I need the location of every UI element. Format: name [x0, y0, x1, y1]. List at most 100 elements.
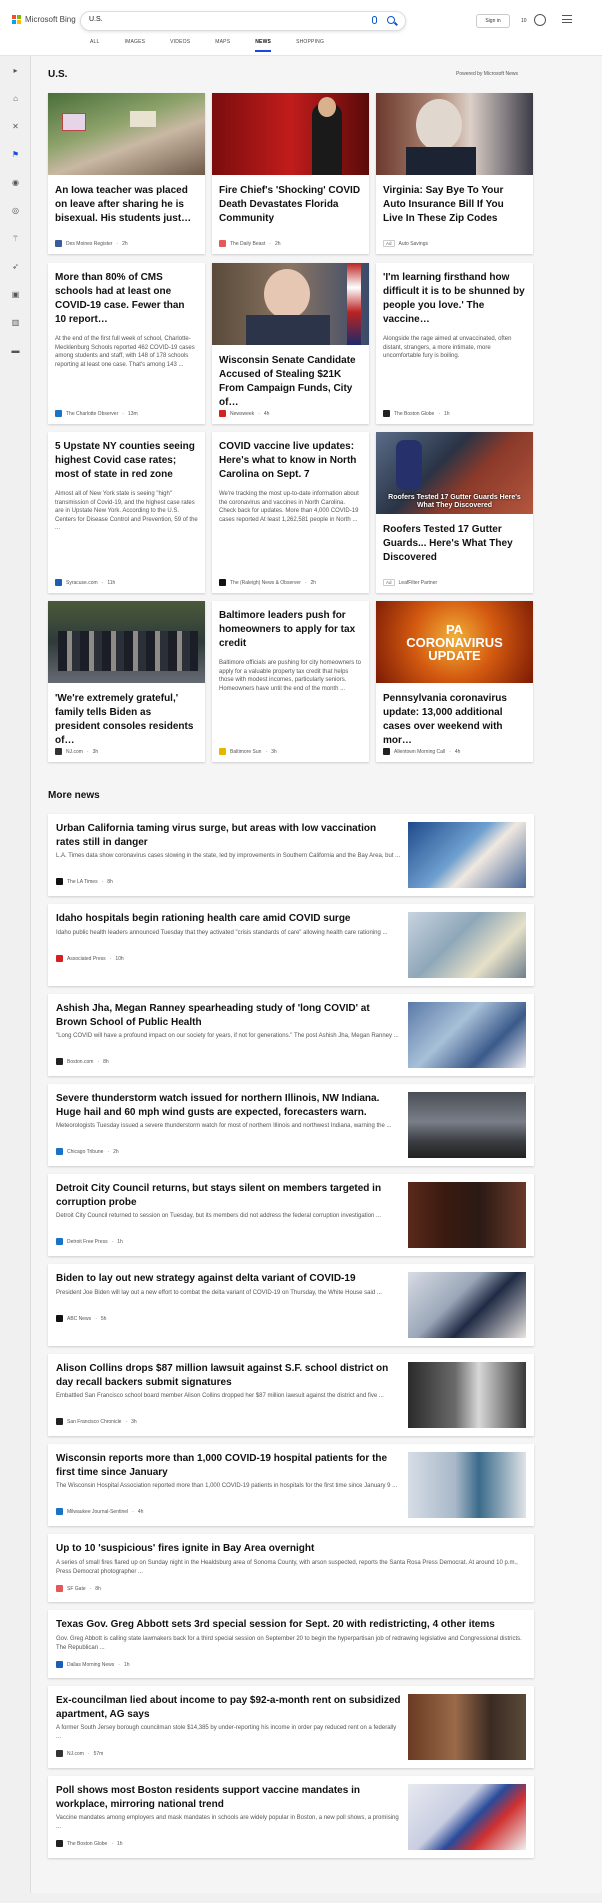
rocket-icon[interactable]: ➶: [11, 262, 20, 271]
left-sidebar: ▸ ⌂ ✕ ⚑ ◉ ◎ ⚚ ➶ ▣ ▥ ▬: [0, 56, 31, 1903]
powered-by[interactable]: Powered by Microsoft News: [456, 71, 518, 77]
source-logo-icon: [383, 748, 390, 755]
news-card[interactable]: Baltimore leaders push for homeowners to…: [212, 601, 369, 762]
item-thumbnail: [408, 1362, 526, 1428]
home-icon[interactable]: ⌂: [11, 94, 20, 103]
news-list-item[interactable]: Ashish Jha, Megan Ranney spearheading st…: [48, 994, 534, 1076]
item-source: The LA Times · 8h: [56, 878, 113, 885]
item-title[interactable]: Wisconsin reports more than 1,000 COVID-…: [56, 1452, 401, 1480]
news-list-item[interactable]: Ex-councilman lied about income to pay $…: [48, 1686, 534, 1768]
location-icon[interactable]: ◉: [11, 178, 20, 187]
flag-icon[interactable]: ⚑: [11, 150, 20, 159]
card-source: Ad LeafFilter Partner: [383, 579, 437, 586]
search-icon[interactable]: [387, 16, 395, 24]
search-input[interactable]: [89, 16, 359, 23]
expand-icon[interactable]: ▸: [11, 66, 20, 75]
item-thumbnail: [408, 1182, 526, 1248]
news-list-item[interactable]: Severe thunderstorm watch issued for nor…: [48, 1084, 534, 1166]
news-card[interactable]: Wisconsin Senate Candidate Accused of St…: [212, 263, 369, 424]
news-list-item[interactable]: Poll shows most Boston residents support…: [48, 1776, 534, 1858]
item-title[interactable]: Urban California taming virus surge, but…: [56, 822, 401, 850]
news-list-item[interactable]: Urban California taming virus surge, but…: [48, 814, 534, 896]
card-title[interactable]: More than 80% of CMS schools had at leas…: [55, 271, 198, 327]
item-title[interactable]: Severe thunderstorm watch issued for nor…: [56, 1092, 401, 1120]
source-logo-icon: [56, 1238, 63, 1245]
news-card[interactable]: 'We're extremely grateful,' family tells…: [48, 601, 205, 762]
card-title[interactable]: Fire Chief's 'Shocking' COVID Death Deva…: [219, 184, 362, 226]
globe-icon[interactable]: ◎: [11, 206, 20, 215]
card-source: Allentown Morning Call · 4h: [383, 748, 460, 755]
item-title[interactable]: Ex-councilman lied about income to pay $…: [56, 1694, 401, 1722]
more-news-heading: More news: [48, 790, 100, 801]
news-card[interactable]: Fire Chief's 'Shocking' COVID Death Deva…: [212, 93, 369, 254]
news-card[interactable]: 'I'm learning firsthand how difficult it…: [376, 263, 533, 424]
item-snippet: Gov. Greg Abbott is calling state lawmak…: [56, 1636, 522, 1651]
card-icon[interactable]: ▬: [11, 346, 20, 355]
item-title[interactable]: Detroit City Council returns, but stays …: [56, 1182, 401, 1210]
menu-icon[interactable]: [562, 15, 572, 23]
sign-in-button[interactable]: Sign in: [476, 14, 510, 28]
item-thumbnail: [408, 1272, 526, 1338]
source-logo-icon: [56, 955, 63, 962]
item-source: Boston.com · 8h: [56, 1058, 109, 1065]
top-bar: Microsoft Bing ALL IMAGES VIDEOS MAPS NE…: [0, 0, 602, 56]
ad-label: Ad: [383, 240, 395, 247]
news-card[interactable]: 5 Upstate NY counties seeing highest Cov…: [48, 432, 205, 593]
item-title[interactable]: Poll shows most Boston residents support…: [56, 1784, 401, 1812]
news-card[interactable]: Virginia: Say Bye To Your Auto Insurance…: [376, 93, 533, 254]
card-source: The Boston Globe · 1h: [383, 410, 450, 417]
card-snippet: At the end of the first full week of sch…: [55, 336, 195, 368]
card-title[interactable]: Roofers Tested 17 Gutter Guards... Here'…: [383, 523, 526, 565]
item-title[interactable]: Texas Gov. Greg Abbott sets 3rd special …: [56, 1618, 522, 1632]
video-icon[interactable]: ▣: [11, 290, 20, 299]
source-logo-icon: [56, 1585, 63, 1592]
tab-news[interactable]: NEWS: [255, 39, 272, 52]
item-source: San Francisco Chronicle · 3h: [56, 1418, 137, 1425]
card-title[interactable]: 'I'm learning firsthand how difficult it…: [383, 271, 526, 327]
news-card[interactable]: COVID vaccine live updates: Here's what …: [212, 432, 369, 593]
news-list-item[interactable]: Wisconsin reports more than 1,000 COVID-…: [48, 1444, 534, 1526]
item-title[interactable]: Up to 10 'suspicious' fires ignite in Ba…: [56, 1542, 522, 1556]
bing-logo[interactable]: Microsoft Bing: [12, 15, 76, 24]
news-card[interactable]: PA CORONAVIRUS UPDATE Pennsylvania coron…: [376, 601, 533, 762]
item-title[interactable]: Idaho hospitals begin rationing health c…: [56, 912, 401, 926]
tab-shopping[interactable]: SHOPPING: [296, 39, 324, 52]
news-card[interactable]: An Iowa teacher was placed on leave afte…: [48, 93, 205, 254]
tab-maps[interactable]: MAPS: [215, 39, 230, 52]
card-source: Newsweek · 4h: [219, 410, 269, 417]
item-source: Associated Press · 10h: [56, 955, 124, 962]
card-title[interactable]: COVID vaccine live updates: Here's what …: [219, 440, 362, 482]
bank-icon[interactable]: ▥: [11, 318, 20, 327]
news-card[interactable]: Roofers Tested 17 Gutter Guards Here's W…: [376, 432, 533, 593]
chart-icon[interactable]: ⚚: [11, 234, 20, 243]
item-title[interactable]: Ashish Jha, Megan Ranney spearheading st…: [56, 1002, 401, 1030]
item-thumbnail: [408, 1092, 526, 1158]
card-source: NJ.com · 3h: [55, 748, 98, 755]
card-title[interactable]: 5 Upstate NY counties seeing highest Cov…: [55, 440, 198, 482]
microphone-icon[interactable]: [372, 16, 377, 24]
news-list-item[interactable]: Idaho hospitals begin rationing health c…: [48, 904, 534, 986]
card-title[interactable]: Pennsylvania coronavirus update: 13,000 …: [383, 692, 526, 748]
news-list-item[interactable]: Biden to lay out new strategy against de…: [48, 1264, 534, 1346]
news-list-item[interactable]: Alison Collins drops $87 million lawsuit…: [48, 1354, 534, 1436]
tab-all[interactable]: ALL: [90, 39, 100, 52]
rewards-icon[interactable]: [534, 14, 546, 26]
trending-icon[interactable]: ✕: [11, 122, 20, 131]
item-title[interactable]: Biden to lay out new strategy against de…: [56, 1272, 401, 1286]
news-list-item[interactable]: Up to 10 'suspicious' fires ignite in Ba…: [48, 1534, 534, 1602]
card-title[interactable]: Virginia: Say Bye To Your Auto Insurance…: [383, 184, 526, 226]
card-title[interactable]: Wisconsin Senate Candidate Accused of St…: [219, 354, 362, 410]
search-box[interactable]: [80, 11, 406, 31]
card-title[interactable]: An Iowa teacher was placed on leave afte…: [55, 184, 198, 226]
news-card[interactable]: More than 80% of CMS schools had at leas…: [48, 263, 205, 424]
news-list-item[interactable]: Texas Gov. Greg Abbott sets 3rd special …: [48, 1610, 534, 1678]
news-list-item[interactable]: Detroit City Council returns, but stays …: [48, 1174, 534, 1256]
card-title[interactable]: Baltimore leaders push for homeowners to…: [219, 609, 362, 651]
item-thumbnail: [408, 1002, 526, 1068]
item-source: SF Gate · 8h: [56, 1585, 101, 1592]
item-title[interactable]: Alison Collins drops $87 million lawsuit…: [56, 1362, 401, 1390]
tab-images[interactable]: IMAGES: [125, 39, 146, 52]
card-title[interactable]: 'We're extremely grateful,' family tells…: [55, 692, 198, 748]
item-thumbnail: [408, 822, 526, 888]
tab-videos[interactable]: VIDEOS: [170, 39, 190, 52]
